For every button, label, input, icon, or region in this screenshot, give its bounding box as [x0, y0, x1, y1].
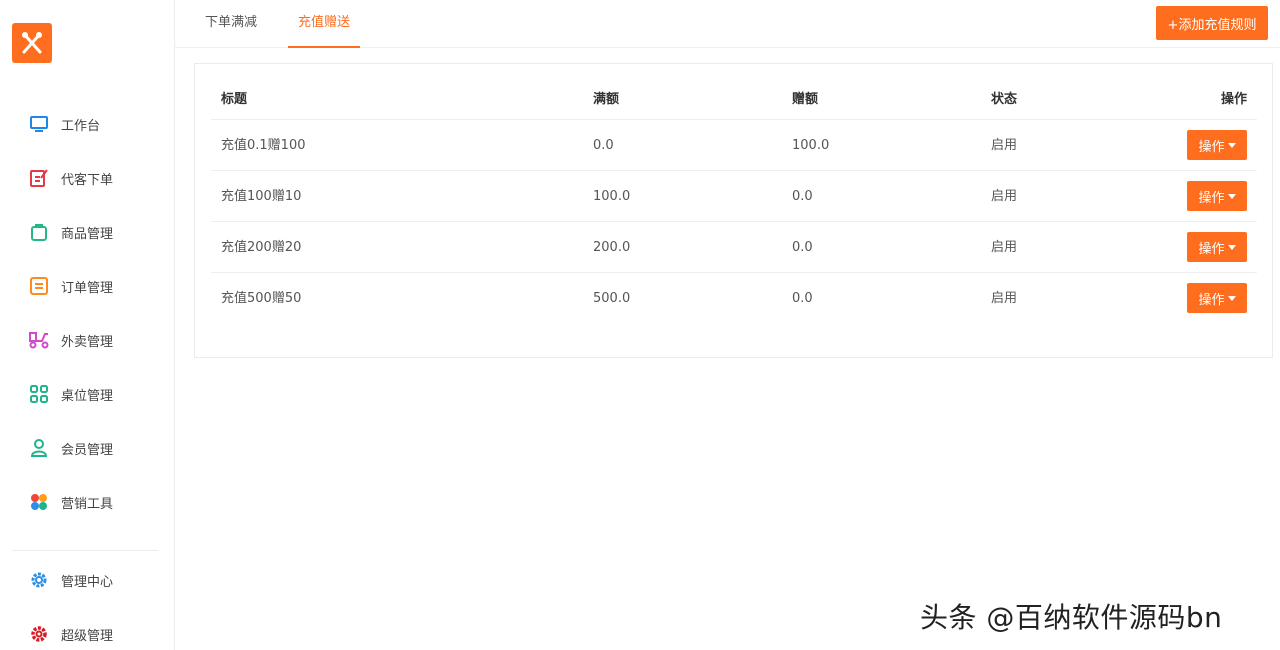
list-doc-icon — [28, 275, 50, 297]
caret-down-icon — [1227, 244, 1236, 250]
column-header-full-amount: 满额 — [593, 92, 620, 107]
rules-table-card: 标题 满额 赠额 状态 操作 充值0.1赠100 0.0 100.0 启用 操作… — [194, 63, 1273, 358]
cell-gift-amount: 0.0 — [792, 189, 813, 204]
table-row: 充值100赠10 100.0 0.0 启用 操作 — [211, 171, 1257, 222]
sidebar-item-label: 营销工具 — [61, 496, 114, 512]
gear-icon — [28, 623, 50, 645]
sidebar-item-tables[interactable]: 桌位管理 — [0, 374, 175, 414]
action-label: 操作 — [1198, 292, 1225, 308]
cell-status: 启用 — [991, 291, 1018, 306]
action-dropdown-button[interactable]: 操作 — [1187, 283, 1247, 313]
cell-full-amount: 100.0 — [593, 189, 631, 204]
action-label: 操作 — [1198, 139, 1225, 155]
column-header-title: 标题 — [221, 92, 248, 107]
sidebar-item-orders[interactable]: 订单管理 — [0, 266, 175, 306]
cell-title: 充值500赠50 — [221, 291, 302, 306]
app-root: 工作台 代客下单 商品管理 订单管理 外卖管理 桌位管理 会员管理 营销工具 管… — [0, 0, 1280, 650]
cell-status: 启用 — [991, 240, 1018, 255]
scooter-icon — [28, 329, 50, 351]
sidebar-item-label: 工作台 — [61, 118, 101, 134]
flower-icon — [28, 491, 50, 513]
cell-full-amount: 0.0 — [593, 138, 614, 153]
cell-title: 充值100赠10 — [221, 189, 302, 204]
sidebar-item-takeaway[interactable]: 外卖管理 — [0, 320, 175, 360]
tab-order-discount[interactable]: 下单满减 — [195, 0, 267, 48]
sidebar-item-super-admin[interactable]: 超级管理 — [0, 614, 175, 650]
sidebar-item-label: 管理中心 — [61, 574, 114, 590]
tab-recharge-gift[interactable]: 充值赠送 — [288, 0, 361, 48]
action-dropdown-button[interactable]: 操作 — [1187, 181, 1247, 211]
cell-gift-amount: 100.0 — [792, 138, 830, 153]
table-header: 标题 满额 赠额 状态 操作 — [211, 80, 1257, 120]
gear-icon — [28, 569, 50, 591]
cell-status: 启用 — [991, 189, 1018, 204]
sidebar-item-label: 订单管理 — [61, 280, 114, 296]
sidebar-item-label: 代客下单 — [61, 172, 114, 188]
action-dropdown-button[interactable]: 操作 — [1187, 130, 1247, 160]
cell-gift-amount: 0.0 — [792, 240, 813, 255]
cell-full-amount: 500.0 — [593, 291, 631, 306]
fork-knife-icon — [22, 32, 42, 54]
watermark-text: 头条 @百纳软件源码bn — [920, 601, 1223, 634]
cell-title: 充值0.1赠100 — [221, 138, 306, 153]
monitor-icon — [28, 113, 50, 135]
logo[interactable] — [12, 23, 52, 63]
user-icon — [28, 437, 50, 459]
tab-bar: 下单满减 充值赠送 — [175, 0, 1280, 48]
sidebar-item-label: 桌位管理 — [61, 388, 114, 404]
column-header-status: 状态 — [991, 92, 1018, 107]
cell-gift-amount: 0.0 — [792, 291, 813, 306]
cell-status: 启用 — [991, 138, 1018, 153]
sidebar-item-label: 外卖管理 — [61, 334, 114, 350]
column-header-action: 操作 — [1220, 92, 1247, 107]
sidebar-item-proxy-order[interactable]: 代客下单 — [0, 158, 175, 198]
grid-icon — [28, 383, 50, 405]
cell-full-amount: 200.0 — [593, 240, 631, 255]
action-dropdown-button[interactable]: 操作 — [1187, 232, 1247, 262]
bag-icon — [28, 221, 50, 243]
sidebar: 工作台 代客下单 商品管理 订单管理 外卖管理 桌位管理 会员管理 营销工具 管… — [0, 0, 175, 650]
table-row: 充值0.1赠100 0.0 100.0 启用 操作 — [211, 120, 1257, 171]
sidebar-item-members[interactable]: 会员管理 — [0, 428, 175, 468]
sidebar-item-label: 商品管理 — [61, 226, 114, 242]
caret-down-icon — [1227, 295, 1236, 301]
add-recharge-rule-button[interactable]: +添加充值规则 — [1156, 6, 1268, 40]
sidebar-item-marketing[interactable]: 营销工具 — [0, 482, 175, 522]
edit-order-icon — [28, 167, 50, 189]
column-header-gift-amount: 赠额 — [792, 92, 819, 107]
table-row: 充值500赠50 500.0 0.0 启用 操作 — [211, 273, 1257, 324]
caret-down-icon — [1227, 193, 1236, 199]
sidebar-item-admin-center[interactable]: 管理中心 — [0, 560, 175, 600]
action-label: 操作 — [1198, 241, 1225, 257]
sidebar-item-label: 超级管理 — [61, 628, 114, 644]
sidebar-item-workbench[interactable]: 工作台 — [0, 104, 175, 144]
caret-down-icon — [1227, 142, 1236, 148]
sidebar-item-label: 会员管理 — [61, 442, 114, 458]
action-label: 操作 — [1198, 190, 1225, 206]
table-row: 充值200赠20 200.0 0.0 启用 操作 — [211, 222, 1257, 273]
cell-title: 充值200赠20 — [221, 240, 302, 255]
sidebar-item-goods[interactable]: 商品管理 — [0, 212, 175, 252]
sidebar-divider — [12, 550, 158, 551]
